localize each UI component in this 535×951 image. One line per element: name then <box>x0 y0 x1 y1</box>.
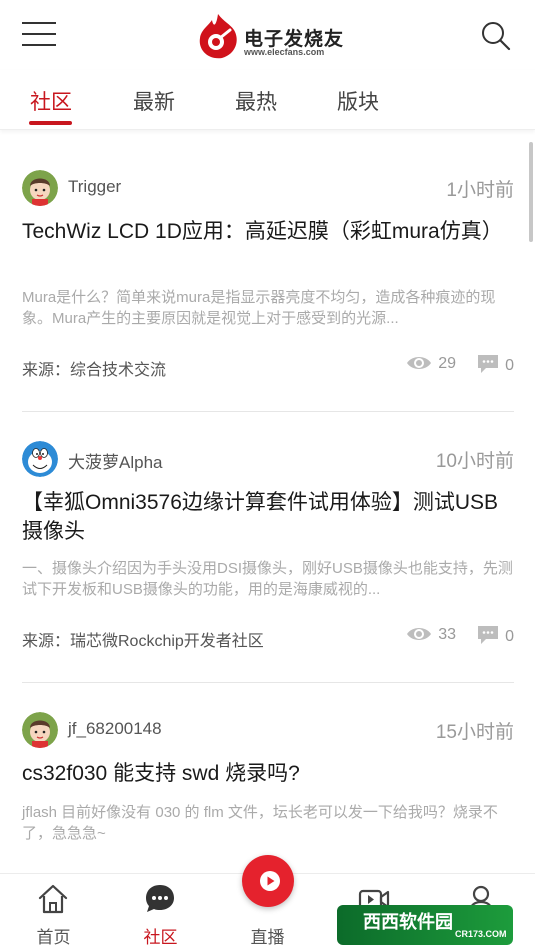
view-count-value: 33 <box>438 626 456 643</box>
post-source[interactable]: 来源：综合技术交流 <box>22 356 166 380</box>
watermark-logo: 西西软件园 CR173.COM <box>337 905 513 945</box>
cartoon-boy-avatar-icon <box>22 170 58 206</box>
app-logo: 电子发烧友 www.elecfans.com <box>196 12 346 62</box>
avatar[interactable] <box>22 170 58 206</box>
menu-icon[interactable] <box>22 20 56 48</box>
app-header: 电子发烧友 www.elecfans.com <box>0 0 535 70</box>
post-author[interactable]: Trigger <box>68 177 121 197</box>
post-author[interactable]: jf_68200148 <box>68 719 162 739</box>
post-excerpt: 一、摄像头介绍因为手头没用DSI摄像头，刚好USB摄像头也能支持，先测试下开发板… <box>22 560 513 598</box>
logo-url: www.elecfans.com <box>244 47 325 57</box>
post-feed[interactable]: Trigger 1小时前 TechWiz LCD 1D应用：高延迟膜（彩虹mur… <box>0 130 535 873</box>
post-title[interactable]: TechWiz LCD 1D应用：高延迟膜（彩虹mura仿真） <box>22 217 514 246</box>
nav-home[interactable]: 首页 <box>0 874 107 951</box>
view-count-value: 29 <box>438 355 456 372</box>
eye-icon <box>407 357 432 369</box>
tab-hottest[interactable]: 最热 <box>235 86 277 116</box>
active-tab-indicator <box>29 121 72 125</box>
comment-count-value: 0 <box>505 628 514 645</box>
divider <box>22 682 514 683</box>
scrollbar[interactable] <box>529 142 533 242</box>
nav-label: 首页 <box>36 928 71 947</box>
cartoon-boy-avatar-icon <box>22 712 58 748</box>
post-card[interactable]: jf_68200148 15小时前 cs32f030 能支持 swd 烧录吗? … <box>22 712 514 873</box>
post-excerpt: Mura是什么？简单来说mura是指显示器亮度不均匀，造成各种痕迹的现象。Mur… <box>22 289 496 327</box>
watermark-url: CR173.COM <box>455 929 507 939</box>
avatar[interactable] <box>22 441 58 477</box>
post-time: 15小时前 <box>435 722 514 743</box>
post-card[interactable]: 大菠萝Alpha 10小时前 【幸狐Omni3576边缘计算套件试用体验】测试U… <box>22 441 514 681</box>
nav-label: 社区 <box>143 928 178 947</box>
comment-icon <box>478 355 499 373</box>
post-source[interactable]: 来源：瑞芯微Rockchip开发者社区 <box>22 627 264 651</box>
post-title[interactable]: cs32f030 能支持 swd 烧录吗? <box>22 759 514 788</box>
view-count: 33 <box>406 625 456 644</box>
post-time: 10小时前 <box>435 451 514 472</box>
nav-community[interactable]: 社区 <box>107 874 214 951</box>
eye-icon <box>407 628 432 640</box>
post-card[interactable]: Trigger 1小时前 TechWiz LCD 1D应用：高延迟膜（彩虹mur… <box>22 170 514 410</box>
divider <box>22 411 514 412</box>
category-tabs: 社区 最新 最热 版块 <box>0 70 535 130</box>
comment-count[interactable]: 0 <box>477 354 514 375</box>
home-icon <box>38 884 68 914</box>
post-author[interactable]: 大菠萝Alpha <box>68 448 162 473</box>
chat-bubble-icon <box>146 885 174 912</box>
tab-latest[interactable]: 最新 <box>133 86 175 116</box>
nav-label: 直播 <box>250 928 285 947</box>
tab-community[interactable]: 社区 <box>30 86 72 116</box>
comment-count-value: 0 <box>505 357 514 374</box>
post-time: 1小时前 <box>446 180 514 201</box>
post-title[interactable]: 【幸狐Omni3576边缘计算套件试用体验】测试USB 摄像头 <box>22 488 514 546</box>
logo-mark-icon <box>199 14 237 59</box>
play-icon <box>260 871 280 891</box>
comment-count[interactable]: 0 <box>477 625 514 646</box>
doraemon-avatar-icon <box>22 441 58 477</box>
view-count: 29 <box>406 354 456 373</box>
post-excerpt: jflash 目前好像没有 030 的 flm 文件，坛长老可以发一下给我吗？烧… <box>22 804 498 842</box>
comment-icon <box>478 626 499 644</box>
watermark-text: 西西软件园 <box>363 912 453 932</box>
search-icon[interactable] <box>480 20 512 52</box>
live-button[interactable] <box>242 855 294 907</box>
tab-sections[interactable]: 版块 <box>337 86 379 116</box>
avatar[interactable] <box>22 712 58 748</box>
